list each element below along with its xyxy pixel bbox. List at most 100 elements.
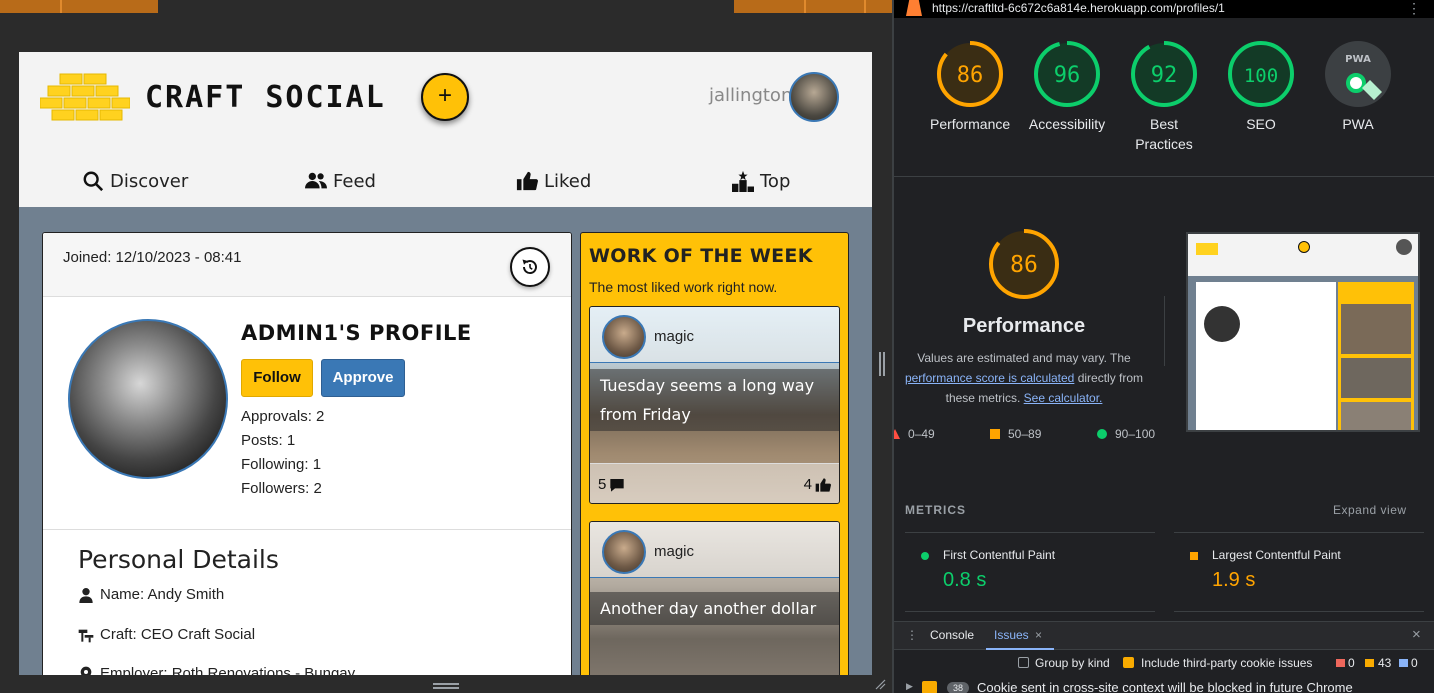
craft-social-page: CRAFT SOCIAL + jallington Discover Feed — [19, 52, 872, 693]
post-author-avatar[interactable] — [602, 315, 646, 359]
detail-name: Name: Andy Smith — [78, 586, 224, 603]
metric-lcp-name: Largest Contentful Paint — [1212, 548, 1341, 562]
score-value: 86 — [957, 63, 984, 88]
score-gauge[interactable]: 100 SEO — [1221, 40, 1301, 134]
comment-count[interactable]: 5 — [598, 476, 625, 493]
pass-circle-icon — [1097, 429, 1107, 439]
nav-discover-label: Discover — [110, 170, 189, 192]
nav-top[interactable]: Top — [732, 170, 790, 192]
group-by-kind-label: Group by kind — [1035, 656, 1110, 670]
refresh-button[interactable] — [510, 247, 550, 287]
third-party-cookie-label: Include third-party cookie issues — [1141, 656, 1313, 670]
report-url[interactable]: https://craftltd-6c672c6a814e.herokuapp.… — [932, 1, 1225, 15]
tab-issues[interactable]: Issues — [994, 628, 1029, 642]
post-card[interactable]: magic Another day another dollar 1 3 — [589, 521, 840, 693]
detail-craft-text: Craft: CEO Craft Social — [100, 626, 256, 643]
resize-handle[interactable] — [433, 683, 459, 689]
nav-discover[interactable]: Discover — [82, 170, 188, 192]
corner-resize-icon[interactable] — [874, 678, 886, 690]
score-label: SEO — [1246, 116, 1276, 132]
user-avatar[interactable] — [789, 72, 839, 122]
search-icon — [83, 171, 104, 192]
profile-avatar — [68, 319, 228, 479]
score-gauge[interactable]: 86 Performance — [930, 40, 1010, 134]
brick-logo-icon[interactable] — [40, 72, 130, 126]
detail-name-text: Name: Andy Smith — [100, 586, 225, 603]
score-gauge[interactable]: 96 Accessibility — [1027, 40, 1107, 134]
performance-title: Performance — [962, 315, 1086, 337]
username-label: jallington — [709, 85, 793, 106]
post-header: magic — [590, 307, 839, 363]
score-ring: 100 — [1228, 41, 1294, 107]
profile-card: Joined: 12/10/2023 - 08:41 ADMIN1'S PROF… — [42, 232, 572, 693]
add-post-button[interactable]: + — [421, 73, 469, 121]
see-calculator-link[interactable]: See calculator. — [1024, 391, 1103, 405]
splitter-grip[interactable] — [879, 352, 885, 376]
post-text: Tuesday seems a long way from Friday — [590, 369, 839, 431]
drawer-menu-icon[interactable]: ⋮ — [906, 628, 918, 642]
refresh-icon — [522, 259, 537, 274]
pass-circle-icon — [921, 552, 929, 560]
legend-pass-label: 90–100 — [1115, 427, 1156, 441]
drawer-tabs: ⋮ Console Issues × × — [894, 622, 1434, 650]
perf-desc-1: Values are estimated and may vary. The — [917, 351, 1131, 365]
error-count[interactable]: 0 — [1348, 656, 1355, 670]
issues-filter-row: Group by kind Include third-party cookie… — [894, 652, 1434, 674]
pwa-badge-icon: PWA — [1325, 41, 1391, 107]
score-calculated-link[interactable]: performance score is calculated — [905, 371, 1074, 385]
score-value: 100 — [1244, 65, 1278, 87]
expand-view-toggle[interactable]: Expand view — [1333, 503, 1407, 517]
warning-icon — [922, 681, 937, 693]
comment-count-value: 5 — [598, 476, 607, 493]
profile-title: ADMIN1'S PROFILE — [241, 321, 472, 345]
brand-title[interactable]: CRAFT SOCIAL — [145, 80, 386, 115]
approve-button[interactable]: Approve — [321, 359, 405, 397]
score-gauge[interactable]: PWA PWA — [1318, 40, 1398, 134]
third-party-cookie-checkbox[interactable] — [1123, 657, 1134, 668]
perf-desc-2: directly from — [1077, 371, 1144, 385]
screen: CRAFT SOCIAL + jallington Discover Feed — [0, 0, 1434, 693]
issue-row[interactable]: ▶ 38 Cookie sent in cross-site context w… — [894, 679, 1434, 693]
score-label: Performance — [930, 116, 1011, 132]
work-of-the-week-panel: WORK OF THE WEEK The most liked work rig… — [580, 232, 849, 693]
score-ring: 92 — [1131, 41, 1197, 107]
score-ring: 96 — [1034, 41, 1100, 107]
ranking-icon — [732, 170, 754, 192]
warning-count[interactable]: 43 — [1378, 656, 1391, 670]
like-count[interactable]: 4 — [804, 476, 831, 493]
nav-feed[interactable]: Feed — [305, 170, 376, 192]
score-ring: 86 — [937, 41, 1003, 107]
page-screenshot-thumbnail[interactable] — [1186, 232, 1420, 432]
legend-average: 50–89 — [990, 427, 1041, 441]
metric-fcp-value: 0.8 s — [943, 569, 987, 591]
info-icon — [1399, 659, 1408, 667]
nav-feed-label: Feed — [333, 170, 376, 192]
metrics-heading: METRICS — [905, 503, 966, 517]
average-square-icon — [1190, 552, 1198, 560]
profile-card-header: Joined: 12/10/2023 - 08:41 — [43, 233, 571, 297]
post-author-avatar[interactable] — [602, 530, 646, 574]
tools-icon — [78, 629, 94, 642]
post-author[interactable]: magic — [654, 328, 694, 345]
browser-viewport: CRAFT SOCIAL + jallington Discover Feed — [0, 0, 892, 693]
issue-text: Cookie sent in cross-site context will b… — [977, 680, 1353, 693]
close-issues-tab-icon[interactable]: × — [1035, 628, 1042, 642]
divider — [894, 176, 1434, 177]
more-menu-icon[interactable]: ⋮ — [1407, 0, 1421, 17]
follow-button[interactable]: Follow — [241, 359, 313, 397]
post-card[interactable]: magic Tuesday seems a long way from Frid… — [589, 306, 840, 504]
close-drawer-icon[interactable]: × — [1412, 626, 1421, 643]
group-by-kind-checkbox[interactable] — [1018, 657, 1029, 668]
nav-top-label: Top — [760, 170, 791, 192]
post-header: magic — [590, 522, 839, 578]
nav-liked[interactable]: Liked — [516, 170, 591, 192]
score-label: PWA — [1342, 116, 1374, 132]
tab-console[interactable]: Console — [930, 628, 974, 642]
metric-lcp-value: 1.9 s — [1212, 569, 1256, 591]
score-gauge[interactable]: 92 Best Practices — [1124, 40, 1204, 154]
performance-big-gauge: 86 — [989, 229, 1059, 299]
metric-fcp-name: First Contentful Paint — [943, 548, 1056, 562]
post-author[interactable]: magic — [654, 543, 694, 560]
info-count[interactable]: 0 — [1411, 656, 1418, 670]
expand-arrow-icon[interactable]: ▶ — [906, 681, 913, 692]
